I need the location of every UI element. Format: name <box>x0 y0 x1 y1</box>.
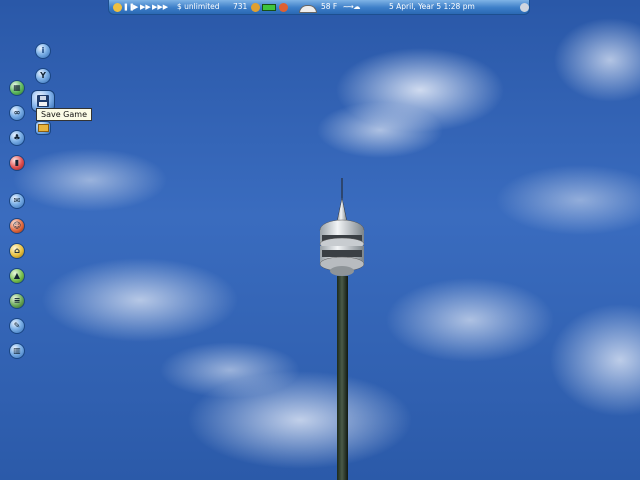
observation-tower <box>319 178 365 480</box>
options-icon: Y <box>40 71 46 80</box>
shops-icon: ⌂ <box>14 246 20 255</box>
park-rating-bar[interactable] <box>262 4 276 11</box>
fire-icon <box>279 3 288 12</box>
build-icon: ✎ <box>13 321 21 330</box>
coaster-icon: ∞ <box>13 108 21 117</box>
tooltip: Save Game <box>36 108 92 121</box>
staff-button[interactable]: ☺ <box>9 218 25 234</box>
build-button[interactable]: ✎ <box>9 318 25 334</box>
path-icon: ≡ <box>13 296 21 305</box>
temperature-display: 58 F <box>321 2 338 11</box>
save-icon <box>37 95 49 107</box>
status-bar: ❚❚ ▶ ▶▶ ▶▶▶ $ unlimited 731 58 F ⟿ ☁ 5 A… <box>108 0 530 15</box>
terrain-icon: ▲ <box>13 271 21 280</box>
guest-count[interactable]: 731 <box>233 2 247 12</box>
finance-icon: ▮ <box>14 158 20 167</box>
info-button[interactable]: i <box>35 43 51 59</box>
scenery-icon: ♣ <box>13 133 21 142</box>
money-display[interactable]: $ unlimited <box>177 2 220 12</box>
weather-icon: ☁ <box>353 2 361 11</box>
finance-button[interactable]: ▮ <box>9 155 25 171</box>
park-icon: ✉ <box>13 196 21 205</box>
load-icon <box>37 124 49 132</box>
fastest-button[interactable]: ▶▶▶ <box>152 2 168 12</box>
fast-button[interactable]: ▶▶ <box>140 2 151 12</box>
options-button[interactable]: Y <box>35 68 51 84</box>
path-button[interactable]: ≡ <box>9 293 25 309</box>
park-button[interactable]: ✉ <box>9 193 25 209</box>
park-menu-icon[interactable] <box>113 3 122 12</box>
thought-icon[interactable] <box>520 3 529 12</box>
trash-icon: ▥ <box>13 346 21 355</box>
date-time-display: 5 April, Year 5 1:28 pm <box>389 2 475 11</box>
guest-icon <box>251 3 260 12</box>
coaster-button[interactable]: ∞ <box>9 105 25 121</box>
trash-button[interactable]: ▥ <box>9 343 25 359</box>
terrain-button[interactable]: ▲ <box>9 268 25 284</box>
staff-icon: ☺ <box>12 221 22 230</box>
scenery-button[interactable]: ♣ <box>9 130 25 146</box>
info-icon: i <box>41 46 45 55</box>
play-button[interactable]: ▶ <box>133 2 138 12</box>
map-button[interactable]: ▦ <box>9 80 25 96</box>
gauge-icon[interactable] <box>299 5 317 13</box>
map-icon: ▦ <box>13 83 21 92</box>
shops-button[interactable]: ⌂ <box>9 243 25 259</box>
load-button[interactable] <box>35 121 51 135</box>
